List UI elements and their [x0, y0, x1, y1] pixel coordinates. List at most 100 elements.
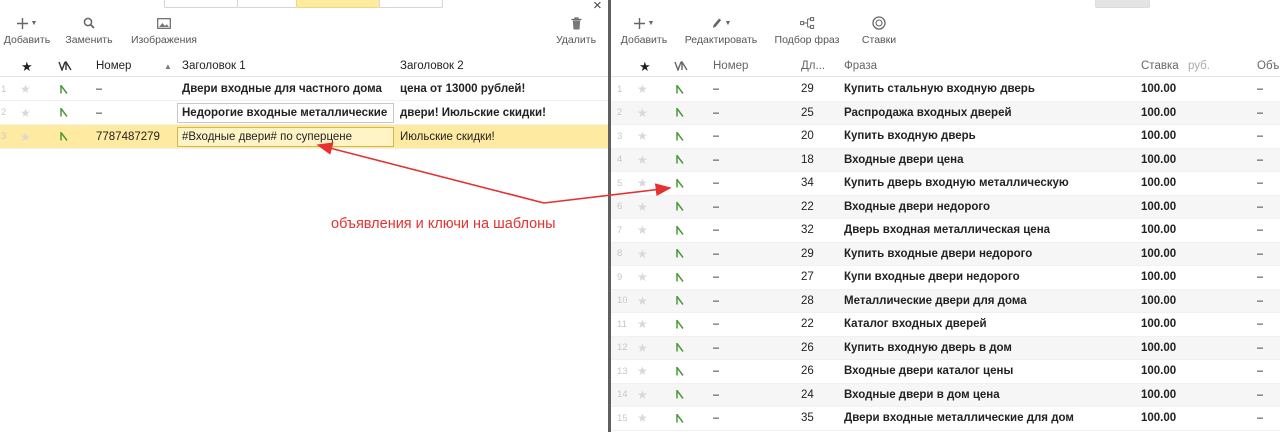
star-icon[interactable]: ★ — [637, 102, 648, 125]
favorite-column-icon[interactable]: ★ — [639, 56, 651, 77]
column-title1[interactable]: Заголовок 1 — [182, 56, 246, 77]
column-length[interactable]: Дл... — [801, 56, 825, 77]
star-icon[interactable]: ★ — [637, 243, 648, 266]
replace-button[interactable]: Заменить — [64, 12, 114, 52]
phrase-text[interactable]: Купить дверь входную металлическую — [844, 172, 1069, 195]
phrase-text[interactable]: Каталог входных дверей — [844, 313, 987, 336]
star-icon[interactable]: ★ — [637, 219, 648, 242]
keyword-row[interactable]: 13 ★ – 26 Входные двери каталог цены 100.00 – — [611, 360, 1280, 384]
star-icon[interactable]: ★ — [637, 172, 648, 195]
column-more[interactable]: Объ — [1257, 56, 1279, 77]
bid-value[interactable]: 100.00 — [1141, 407, 1176, 430]
add-ad-button[interactable]: ▼ Добавить — [2, 12, 52, 52]
bids-button[interactable]: Ставки — [858, 12, 900, 52]
strategy-column-icon[interactable] — [58, 56, 72, 77]
phrase-text[interactable]: Дверь входная металлическая цена — [844, 219, 1050, 242]
column-phrase[interactable]: Фраза — [844, 56, 877, 77]
star-icon[interactable]: ★ — [637, 313, 648, 336]
keyword-row[interactable]: 4 ★ – 18 Входные двери цена 100.00 – — [611, 148, 1280, 172]
star-icon[interactable]: ★ — [637, 149, 648, 172]
column-title2[interactable]: Заголовок 2 — [400, 56, 464, 77]
bid-value[interactable]: 100.00 — [1141, 290, 1176, 313]
bid-value[interactable]: 100.00 — [1141, 125, 1176, 148]
keyword-row[interactable]: 12 ★ – 26 Купить входную дверь в дом 100.00 – — [611, 336, 1280, 360]
title2-text[interactable]: Июльские скидки! — [400, 125, 495, 148]
favorite-column-icon[interactable]: ★ — [21, 56, 33, 77]
keyword-row[interactable]: 6 ★ – 22 Входные двери недорого 100.00 – — [611, 195, 1280, 219]
ad-row[interactable]: 1 ★ – Двери входные для частного дома цена о… — [0, 78, 608, 101]
bid-value[interactable]: 100.00 — [1141, 172, 1176, 195]
filter-tab-4[interactable] — [379, 0, 443, 8]
title1-cell[interactable]: #Входные двери# по суперцене — [177, 125, 394, 148]
bid-value[interactable]: 100.00 — [1141, 102, 1176, 125]
star-icon[interactable]: ★ — [20, 125, 31, 148]
images-button[interactable]: Изображения — [130, 12, 198, 52]
bid-value[interactable]: 100.00 — [1141, 313, 1176, 336]
star-icon[interactable]: ★ — [637, 125, 648, 148]
phrase-text[interactable]: Распродажа входных дверей — [844, 102, 1012, 125]
bid-value[interactable]: 100.00 — [1141, 196, 1176, 219]
phrase-selection-button[interactable]: Подбор фраз — [774, 12, 840, 52]
sort-asc-icon[interactable]: ▲ — [164, 56, 172, 77]
bid-value[interactable]: 100.00 — [1141, 219, 1176, 242]
keyword-row[interactable]: 8 ★ – 29 Купить входные двери недорого 100.00… — [611, 242, 1280, 266]
star-icon[interactable]: ★ — [637, 407, 648, 430]
phrase-text[interactable]: Купить входную дверь в дом — [844, 337, 1012, 360]
keyword-row[interactable]: 14 ★ – 24 Входные двери в дом цена 100.00 – — [611, 383, 1280, 407]
bid-value[interactable]: 100.00 — [1141, 266, 1176, 289]
phrase-text[interactable]: Металлические двери для дома — [844, 290, 1027, 313]
star-icon[interactable]: ★ — [637, 337, 648, 360]
ad-row[interactable]: 3 ★ 7787487279 #Входные двери# по суперцене… — [0, 125, 608, 149]
edit-button[interactable]: ▼ Редактировать — [684, 12, 758, 52]
phrase-text[interactable]: Входные двери цена — [844, 149, 964, 172]
filter-tab-active[interactable] — [296, 0, 380, 8]
star-icon[interactable]: ★ — [637, 196, 648, 219]
keyword-row[interactable]: 9 ★ – 27 Купи входные двери недорого 100.00 – — [611, 266, 1280, 290]
phrase-text[interactable]: Двери входные металлические для дом — [844, 407, 1074, 430]
column-number[interactable]: Номер — [96, 56, 131, 77]
ad-row[interactable]: 2 ★ – Недорогие входные металлические двери!… — [0, 101, 608, 125]
title2-text[interactable]: цена от 13000 рублей! — [400, 78, 525, 100]
bid-value[interactable]: 100.00 — [1141, 78, 1176, 101]
extra-value: – — [1257, 177, 1264, 190]
star-icon[interactable]: ★ — [20, 78, 31, 100]
keyword-row[interactable]: 10 ★ – 28 Металлические двери для дома 100.00… — [611, 289, 1280, 313]
bid-value[interactable]: 100.00 — [1141, 337, 1176, 360]
filter-tab-2[interactable] — [237, 0, 297, 8]
phrase-text[interactable]: Входные двери каталог цены — [844, 360, 1013, 383]
bid-value[interactable]: 100.00 — [1141, 384, 1176, 407]
column-number[interactable]: Номер — [713, 56, 748, 77]
star-icon[interactable]: ★ — [637, 290, 648, 313]
keyword-row[interactable]: 15 ★ – 35 Двери входные металлические для до… — [611, 407, 1280, 431]
phrase-text[interactable]: Купить стальную входную дверь — [844, 78, 1035, 101]
title2-text[interactable]: двери! Июльские скидки! — [400, 101, 546, 124]
keyword-row[interactable]: 7 ★ – 32 Дверь входная металлическая цена 100… — [611, 219, 1280, 243]
phrase-text[interactable]: Входные двери в дом цена — [844, 384, 1000, 407]
phrase-text[interactable]: Купить входную дверь — [844, 125, 976, 148]
keyword-row[interactable]: 1 ★ – 29 Купить стальную входную дверь 100.00… — [611, 78, 1280, 102]
keyword-row[interactable]: 11 ★ – 22 Каталог входных дверей 100.00 – — [611, 313, 1280, 337]
phrase-text[interactable]: Входные двери недорого — [844, 196, 990, 219]
star-icon[interactable]: ★ — [637, 360, 648, 383]
title1-cell[interactable]: Недорогие входные металлические — [177, 101, 394, 124]
keywords-top-button[interactable] — [1095, 0, 1150, 8]
phrase-text[interactable]: Купи входные двери недорого — [844, 266, 1020, 289]
bid-value[interactable]: 100.00 — [1141, 360, 1176, 383]
keyword-row[interactable]: 2 ★ – 25 Распродажа входных дверей 100.00 – — [611, 101, 1280, 125]
add-phrase-button[interactable]: ▼ Добавить — [620, 12, 668, 52]
strategy-column-icon[interactable] — [674, 56, 688, 77]
column-bid[interactable]: Ставка — [1141, 56, 1179, 77]
keyword-row[interactable]: 5 ★ – 34 Купить дверь входную металлическую 1… — [611, 172, 1280, 196]
phrase-text[interactable]: Купить входные двери недорого — [844, 243, 1032, 266]
star-icon[interactable]: ★ — [637, 384, 648, 407]
bid-value[interactable]: 100.00 — [1141, 243, 1176, 266]
annotation-text: объявления и ключи на шаблоны — [331, 216, 556, 232]
delete-button[interactable]: Удалить — [553, 12, 599, 52]
star-icon[interactable]: ★ — [637, 78, 648, 101]
filter-tab-1[interactable] — [164, 0, 238, 8]
title1-cell[interactable]: Двери входные для частного дома — [177, 78, 394, 100]
bid-value[interactable]: 100.00 — [1141, 149, 1176, 172]
star-icon[interactable]: ★ — [20, 101, 31, 124]
star-icon[interactable]: ★ — [637, 266, 648, 289]
keyword-row[interactable]: 3 ★ – 20 Купить входную дверь 100.00 – — [611, 125, 1280, 149]
